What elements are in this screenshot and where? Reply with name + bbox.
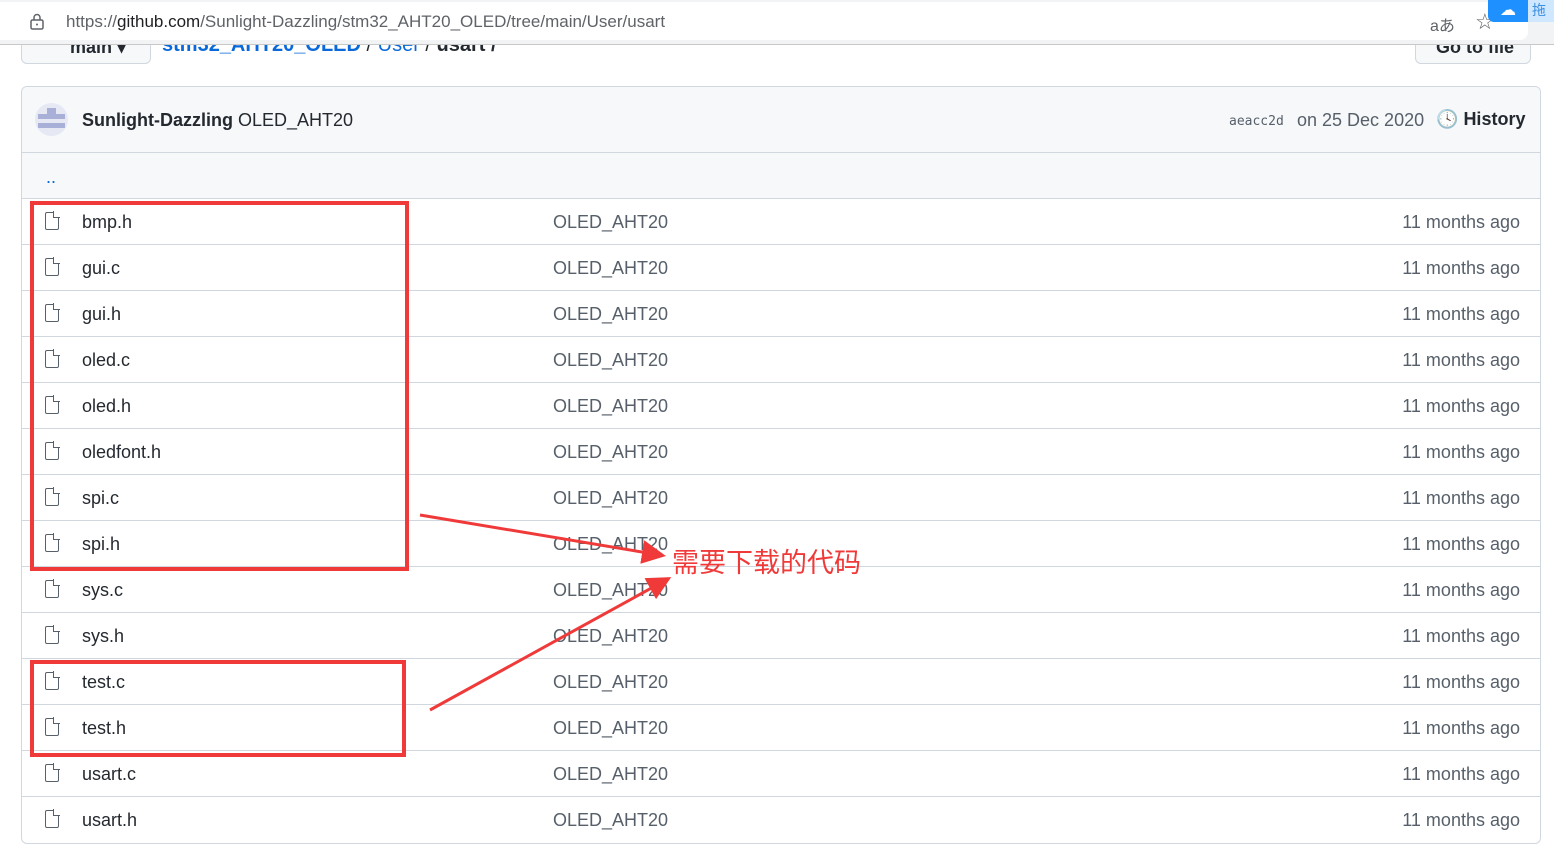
url-text[interactable]: https://github.com/Sunlight-Dazzling/stm… [66, 12, 665, 32]
browser-address-bar: https://github.com/Sunlight-Dazzling/stm… [0, 0, 1554, 45]
url-host: github.com [117, 12, 201, 31]
arrow-top [419, 513, 666, 564]
lock-icon [30, 13, 44, 30]
url-prefix: https:// [66, 12, 118, 31]
cloud-extension-icon[interactable]: ☁ [1488, 0, 1528, 22]
url-field[interactable]: https://github.com/Sunlight-Dazzling/stm… [0, 2, 1528, 40]
annotation-text: 需要下载的代码 [672, 548, 861, 579]
arrow-bottom [429, 577, 672, 712]
annotation-arrows [419, 513, 672, 712]
translate-icon[interactable]: aあ [1430, 12, 1455, 36]
url-path: /Sunlight-Dazzling/stm32_AHT20_OLED/tree… [200, 12, 666, 31]
extension-label[interactable]: 拖 [1528, 0, 1554, 22]
